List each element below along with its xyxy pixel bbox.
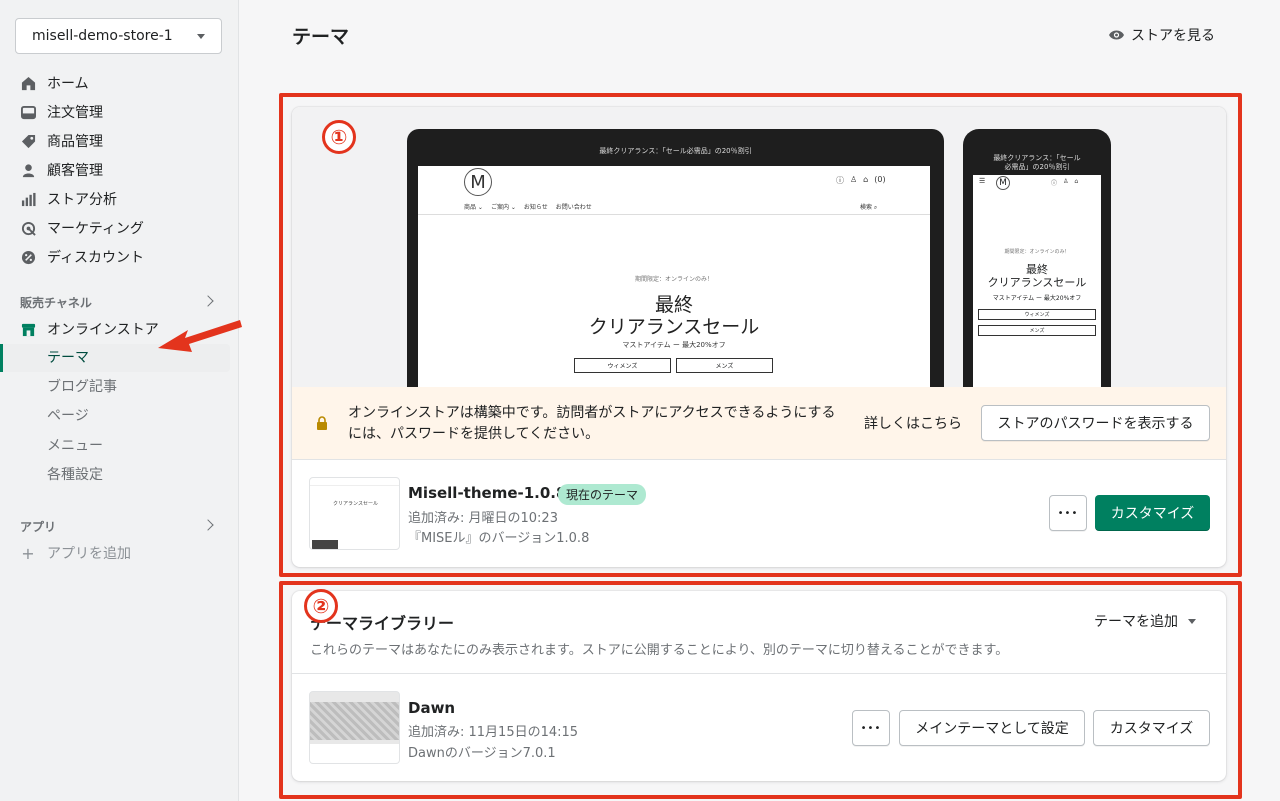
annotation-arrow [158, 320, 242, 352]
sub-item-blog[interactable]: ブログ記事 [47, 375, 117, 397]
sub-item-settings[interactable]: 各種設定 [47, 463, 103, 485]
nav-label: ディスカウント [47, 250, 145, 266]
nav-marketing[interactable]: マーケティング [20, 217, 144, 239]
nav-label: 注文管理 [47, 105, 103, 121]
active-indicator [0, 344, 3, 372]
annotation-label-2: ② [304, 589, 338, 623]
view-store-label: ストアを見る [1131, 28, 1215, 44]
annotation-box-1 [279, 93, 1242, 577]
view-store-link[interactable]: ストアを見る [1108, 25, 1215, 45]
add-app-label: アプリを追加 [47, 546, 131, 562]
tag-icon [20, 133, 36, 149]
sub-item-pages[interactable]: ページ [47, 404, 89, 426]
discount-icon [20, 249, 36, 265]
store-icon [20, 321, 36, 337]
caret-down-icon [197, 34, 205, 39]
home-icon [20, 75, 36, 91]
annotation-box-2 [279, 581, 1242, 799]
annotation-label-1: ① [322, 120, 356, 154]
nav-online-store[interactable]: オンラインストア [20, 318, 159, 340]
nav-label: 顧客管理 [47, 163, 103, 179]
add-app-link[interactable]: + アプリを追加 [20, 542, 131, 564]
nav-label: 商品管理 [47, 134, 103, 150]
nav-label: ストア分析 [47, 192, 117, 208]
nav-home[interactable]: ホーム [20, 72, 89, 94]
nav-label: オンラインストア [47, 322, 159, 338]
customer-icon [20, 162, 36, 178]
sidebar: misell-demo-store-1 ホーム 注文管理 商品管理 顧客管理 ス… [0, 0, 239, 801]
apps-heading: アプリ [20, 520, 57, 534]
chevron-right-icon[interactable] [202, 295, 214, 307]
analytics-icon [20, 191, 36, 207]
nav-customers[interactable]: 顧客管理 [20, 159, 103, 181]
nav-label: マーケティング [47, 221, 144, 237]
nav-label: ホーム [47, 76, 89, 92]
plus-icon: + [21, 543, 35, 563]
sub-item-themes[interactable]: テーマ [47, 346, 89, 368]
store-name: misell-demo-store-1 [32, 28, 173, 44]
nav-analytics[interactable]: ストア分析 [20, 188, 117, 210]
orders-icon [20, 104, 36, 120]
nav-products[interactable]: 商品管理 [20, 130, 103, 152]
store-selector[interactable]: misell-demo-store-1 [15, 18, 222, 54]
marketing-icon [20, 220, 36, 236]
sales-channels-heading: 販売チャネル [20, 296, 92, 310]
page-title: テーマ [292, 26, 350, 48]
nav-discounts[interactable]: ディスカウント [20, 246, 144, 268]
sub-item-menus[interactable]: メニュー [47, 434, 103, 456]
chevron-right-icon[interactable] [202, 519, 214, 531]
nav-orders[interactable]: 注文管理 [20, 101, 103, 123]
eye-icon [1108, 29, 1125, 41]
